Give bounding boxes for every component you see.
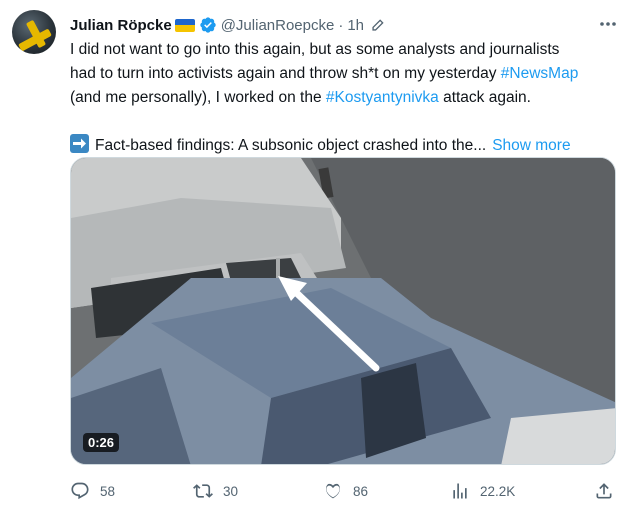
views-button[interactable]: 22.2K bbox=[450, 476, 515, 506]
right-arrow-emoji-icon bbox=[70, 134, 89, 153]
tweet-actions: 58 30 86 22.2K bbox=[66, 476, 626, 506]
author-avatar[interactable] bbox=[12, 10, 56, 54]
heart-icon bbox=[326, 483, 340, 499]
tweet-text-segment: had to turn into activists again and thr… bbox=[70, 65, 501, 82]
tweet-text-segment: Fact-based findings: A subsonic object c… bbox=[95, 137, 487, 154]
video-player[interactable]: 0:26 bbox=[70, 157, 616, 465]
show-more-link[interactable]: Show more bbox=[492, 137, 570, 154]
like-button[interactable]: 86 bbox=[323, 476, 368, 506]
repost-icon bbox=[193, 484, 213, 498]
tweet-text: I did not want to go into this again, bu… bbox=[70, 38, 630, 158]
tweet-header: Julian Röpcke @JulianRoepcke · 1h bbox=[70, 14, 386, 36]
more-icon[interactable] bbox=[598, 16, 618, 32]
tweet-text-line: I did not want to go into this again, bu… bbox=[70, 41, 560, 58]
hashtag-link[interactable]: #NewsMap bbox=[501, 65, 579, 82]
video-frame bbox=[71, 158, 615, 464]
header-separator: · bbox=[338, 16, 344, 34]
share-icon bbox=[596, 483, 612, 499]
views-icon bbox=[453, 483, 467, 499]
author-handle[interactable]: @JulianRoepcke bbox=[221, 17, 335, 34]
verified-badge-icon[interactable] bbox=[199, 16, 217, 34]
reply-count: 58 bbox=[100, 483, 116, 499]
video-duration: 0:26 bbox=[83, 433, 120, 452]
repost-button[interactable]: 30 bbox=[193, 476, 238, 506]
tweet-text-segment: (and me personally), I worked on the bbox=[70, 89, 326, 106]
ukraine-flag-icon bbox=[174, 18, 195, 32]
pencil-icon[interactable] bbox=[370, 17, 386, 33]
tweet-timestamp[interactable]: 1h bbox=[347, 17, 364, 34]
hashtag-link[interactable]: #Kostyantynivka bbox=[326, 89, 439, 106]
tweet-text-line: (and me personally), I worked on the #Ko… bbox=[70, 86, 630, 110]
author-name[interactable]: Julian Röpcke bbox=[70, 17, 172, 34]
share-button[interactable] bbox=[594, 476, 624, 506]
reply-icon bbox=[71, 482, 89, 500]
repost-count: 30 bbox=[223, 483, 239, 499]
reply-button[interactable]: 58 bbox=[70, 476, 115, 506]
tweet-text-segment: attack again. bbox=[438, 89, 531, 106]
views-count: 22.2K bbox=[480, 483, 516, 499]
tweet-text-line: Fact-based findings: A subsonic object c… bbox=[70, 134, 630, 158]
tweet-text-line: had to turn into activists again and thr… bbox=[70, 62, 630, 86]
like-count: 86 bbox=[353, 483, 369, 499]
